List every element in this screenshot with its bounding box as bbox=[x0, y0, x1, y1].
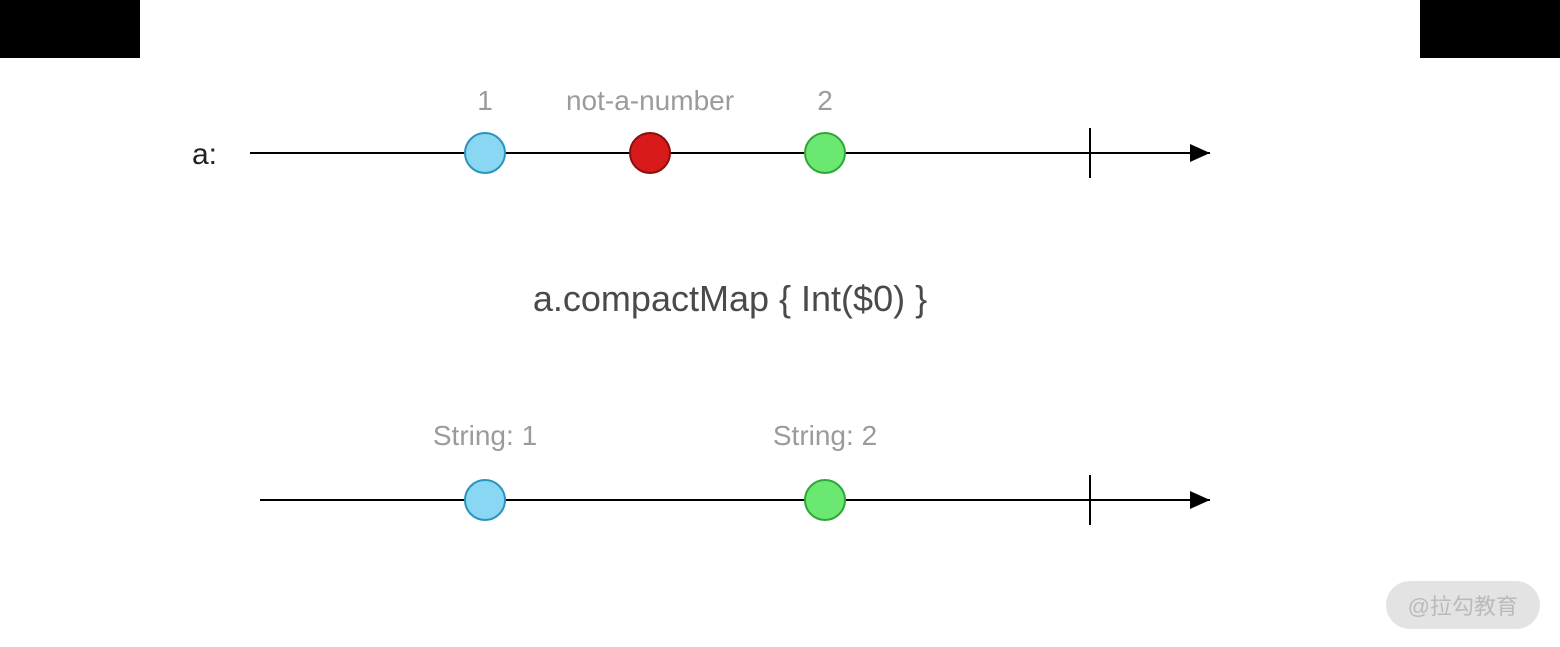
stream-a-marble-2-label: not-a-number bbox=[566, 85, 734, 117]
stream-b-marble-1-label: String: 1 bbox=[433, 420, 537, 452]
stream-b-marble-1 bbox=[465, 480, 505, 520]
watermark-badge: @拉勾教育 bbox=[1386, 581, 1540, 629]
stream-a-marble-1-label: 1 bbox=[477, 85, 493, 117]
timelines-svg bbox=[0, 0, 1560, 647]
stream-b-marble-2 bbox=[805, 480, 845, 520]
operator-text: a.compactMap { Int($0) } bbox=[480, 278, 980, 320]
stream-a-marble-3-label: 2 bbox=[817, 85, 833, 117]
stream-a-marble-2 bbox=[630, 133, 670, 173]
diagram-stage: a: bbox=[0, 0, 1560, 647]
stream-b-timeline bbox=[260, 475, 1210, 525]
stream-a-marble-1 bbox=[465, 133, 505, 173]
stream-a-marble-3 bbox=[805, 133, 845, 173]
stream-b-marble-2-label: String: 2 bbox=[773, 420, 877, 452]
stream-a-timeline bbox=[250, 128, 1210, 178]
